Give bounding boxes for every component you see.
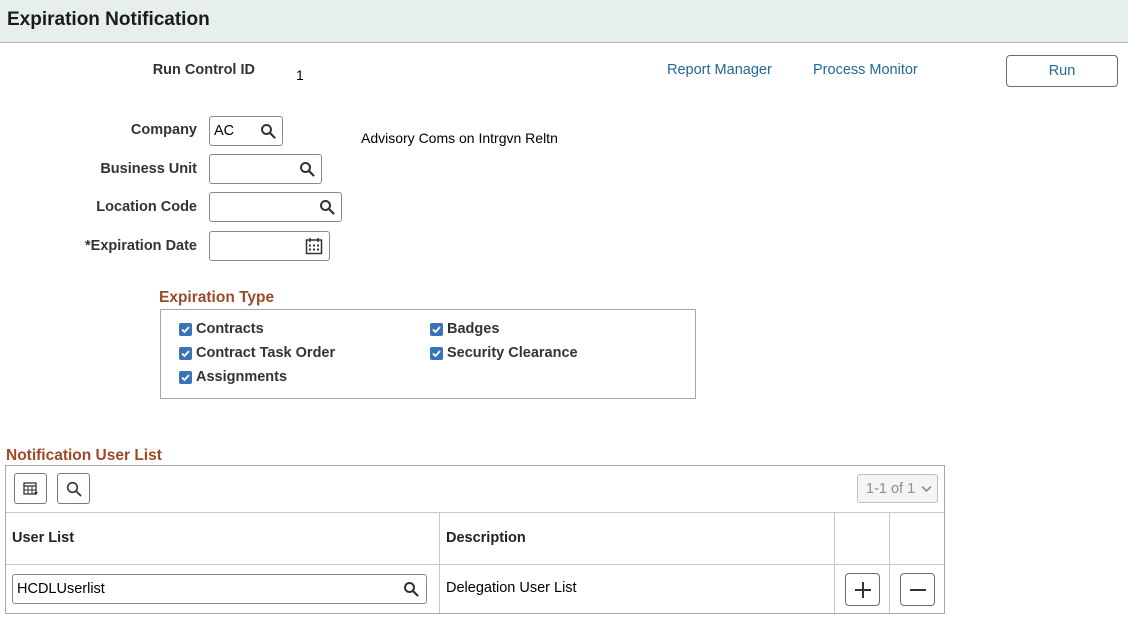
expiration-date-label: *Expiration Date bbox=[85, 238, 197, 254]
report-manager-link[interactable]: Report Manager bbox=[667, 62, 772, 78]
user-list-value: HCDLUserlist bbox=[17, 581, 105, 597]
chevron-down-icon bbox=[921, 485, 932, 493]
checkmark-icon bbox=[179, 370, 192, 384]
search-icon bbox=[66, 481, 81, 496]
company-value: AC bbox=[214, 123, 235, 139]
expiration-type-title: Expiration Type bbox=[159, 289, 275, 306]
contract-task-order-checkbox[interactable]: Contract Task Order bbox=[179, 345, 335, 361]
run-control-label: Run Control ID bbox=[152, 62, 255, 78]
grid-divider bbox=[439, 512, 440, 613]
expiration-type-group: Contracts Badges Contract Task Order Sec… bbox=[160, 309, 696, 399]
plus-icon bbox=[854, 581, 871, 598]
description-value: Delegation User List bbox=[446, 580, 577, 596]
contracts-label: Contracts bbox=[196, 321, 264, 337]
company-input[interactable]: AC bbox=[209, 116, 283, 146]
delete-row-button[interactable] bbox=[900, 573, 935, 606]
grid-divider bbox=[6, 512, 944, 513]
notification-user-list-grid: 1-1 of 1 User List Description HCDLUserl… bbox=[5, 465, 945, 614]
page-title: Expiration Notification bbox=[7, 9, 210, 30]
column-header-description[interactable]: Description bbox=[446, 530, 526, 546]
grid-settings-icon bbox=[22, 481, 38, 495]
search-icon[interactable] bbox=[260, 123, 276, 139]
calendar-icon[interactable] bbox=[305, 237, 323, 255]
company-label: Company bbox=[130, 122, 197, 138]
process-monitor-link[interactable]: Process Monitor bbox=[813, 62, 918, 78]
add-row-button[interactable] bbox=[845, 573, 880, 606]
badges-checkbox[interactable]: Badges bbox=[430, 321, 499, 337]
personalize-grid-button[interactable] bbox=[14, 473, 47, 504]
checkmark-icon bbox=[430, 322, 443, 336]
find-button[interactable] bbox=[57, 473, 90, 504]
run-button[interactable]: Run bbox=[1006, 55, 1118, 87]
user-list-input[interactable]: HCDLUserlist bbox=[12, 574, 427, 604]
checkmark-icon bbox=[430, 346, 443, 360]
minus-icon bbox=[909, 588, 926, 591]
security-clearance-checkbox[interactable]: Security Clearance bbox=[430, 345, 578, 361]
checkmark-icon bbox=[179, 346, 192, 360]
location-code-label: Location Code bbox=[96, 199, 197, 215]
security-clearance-label: Security Clearance bbox=[447, 345, 578, 361]
contract-task-order-label: Contract Task Order bbox=[196, 345, 336, 361]
checkmark-icon bbox=[179, 322, 192, 336]
search-icon[interactable] bbox=[403, 581, 419, 597]
notification-user-list-title: Notification User List bbox=[6, 447, 162, 464]
grid-divider bbox=[889, 512, 890, 613]
pager-text: 1-1 of 1 bbox=[866, 480, 916, 497]
grid-divider bbox=[6, 564, 944, 565]
search-icon[interactable] bbox=[319, 199, 335, 215]
business-unit-input[interactable] bbox=[209, 154, 322, 184]
badges-label: Badges bbox=[447, 321, 500, 337]
expiration-date-input[interactable] bbox=[209, 231, 330, 261]
grid-divider bbox=[834, 512, 835, 613]
location-code-input[interactable] bbox=[209, 192, 342, 222]
run-control-value: 1 bbox=[296, 67, 304, 83]
contracts-checkbox[interactable]: Contracts bbox=[179, 321, 264, 337]
assignments-checkbox[interactable]: Assignments bbox=[179, 369, 287, 385]
company-description: Advisory Coms on Intrgvn Reltn bbox=[361, 130, 558, 146]
assignments-label: Assignments bbox=[196, 369, 288, 385]
business-unit-label: Business Unit bbox=[100, 161, 197, 177]
column-header-user-list[interactable]: User List bbox=[12, 530, 74, 546]
pager-select[interactable]: 1-1 of 1 bbox=[857, 474, 938, 503]
search-icon[interactable] bbox=[299, 161, 315, 177]
